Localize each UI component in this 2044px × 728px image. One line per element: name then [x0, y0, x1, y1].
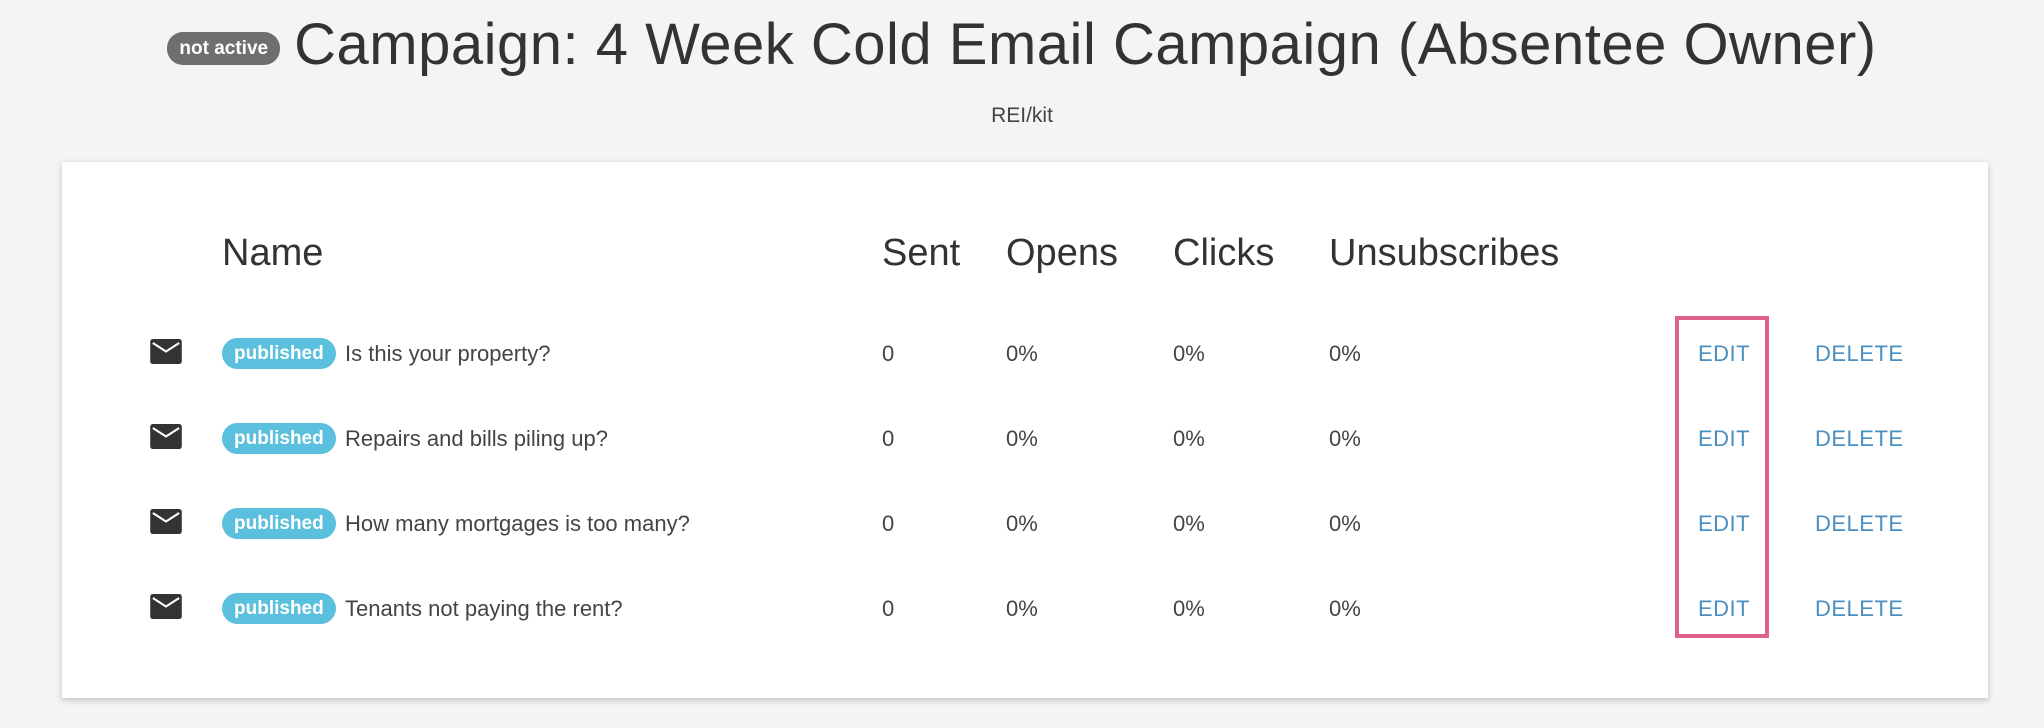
sent-value: 0: [882, 596, 895, 621]
sent-value: 0: [882, 341, 895, 366]
sent-value: 0: [882, 511, 895, 536]
column-header-clicks: Clicks: [1173, 232, 1275, 274]
email-name: Repairs and bills piling up?: [345, 426, 608, 451]
edit-column-highlight: [1675, 316, 1769, 638]
clicks-value: 0%: [1173, 426, 1205, 451]
envelope-icon: [150, 339, 182, 364]
unsubscribes-value: 0%: [1329, 596, 1361, 621]
clicks-value: 0%: [1173, 511, 1205, 536]
clicks-value: 0%: [1173, 341, 1205, 366]
delete-button[interactable]: DELETE: [1815, 510, 1904, 538]
envelope-icon: [150, 509, 182, 534]
opens-value: 0%: [1006, 596, 1038, 621]
email-name: Is this your property?: [345, 341, 551, 366]
title-row: not active Campaign: 4 Week Cold Email C…: [0, 16, 2044, 74]
page-subtitle: REI/kit: [991, 104, 1053, 127]
opens-value: 0%: [1006, 426, 1038, 451]
unsubscribes-value: 0%: [1329, 426, 1361, 451]
unsubscribes-value: 0%: [1329, 511, 1361, 536]
campaign-status-badge: not active: [167, 31, 281, 65]
envelope-icon: [150, 594, 182, 619]
email-name: Tenants not paying the rent?: [345, 596, 623, 621]
sent-value: 0: [882, 426, 895, 451]
delete-button[interactable]: DELETE: [1815, 340, 1904, 368]
published-badge: published: [222, 338, 336, 369]
column-header-name: Name: [222, 232, 324, 274]
published-badge: published: [222, 508, 336, 539]
clicks-value: 0%: [1173, 596, 1205, 621]
delete-button[interactable]: DELETE: [1815, 425, 1904, 453]
column-header-sent: Sent: [882, 232, 961, 274]
published-badge: published: [222, 423, 336, 454]
campaign-emails-card: Name Sent Opens Clicks Unsubscribes publ…: [62, 162, 1988, 698]
email-name: How many mortgages is too many?: [345, 511, 690, 536]
page-title: Campaign: 4 Week Cold Email Campaign (Ab…: [294, 12, 1877, 77]
delete-button[interactable]: DELETE: [1815, 595, 1904, 623]
opens-value: 0%: [1006, 341, 1038, 366]
column-header-unsubscribes: Unsubscribes: [1329, 232, 1560, 274]
envelope-icon: [150, 424, 182, 449]
unsubscribes-value: 0%: [1329, 341, 1361, 366]
published-badge: published: [222, 593, 336, 624]
opens-value: 0%: [1006, 511, 1038, 536]
column-header-opens: Opens: [1006, 232, 1118, 274]
